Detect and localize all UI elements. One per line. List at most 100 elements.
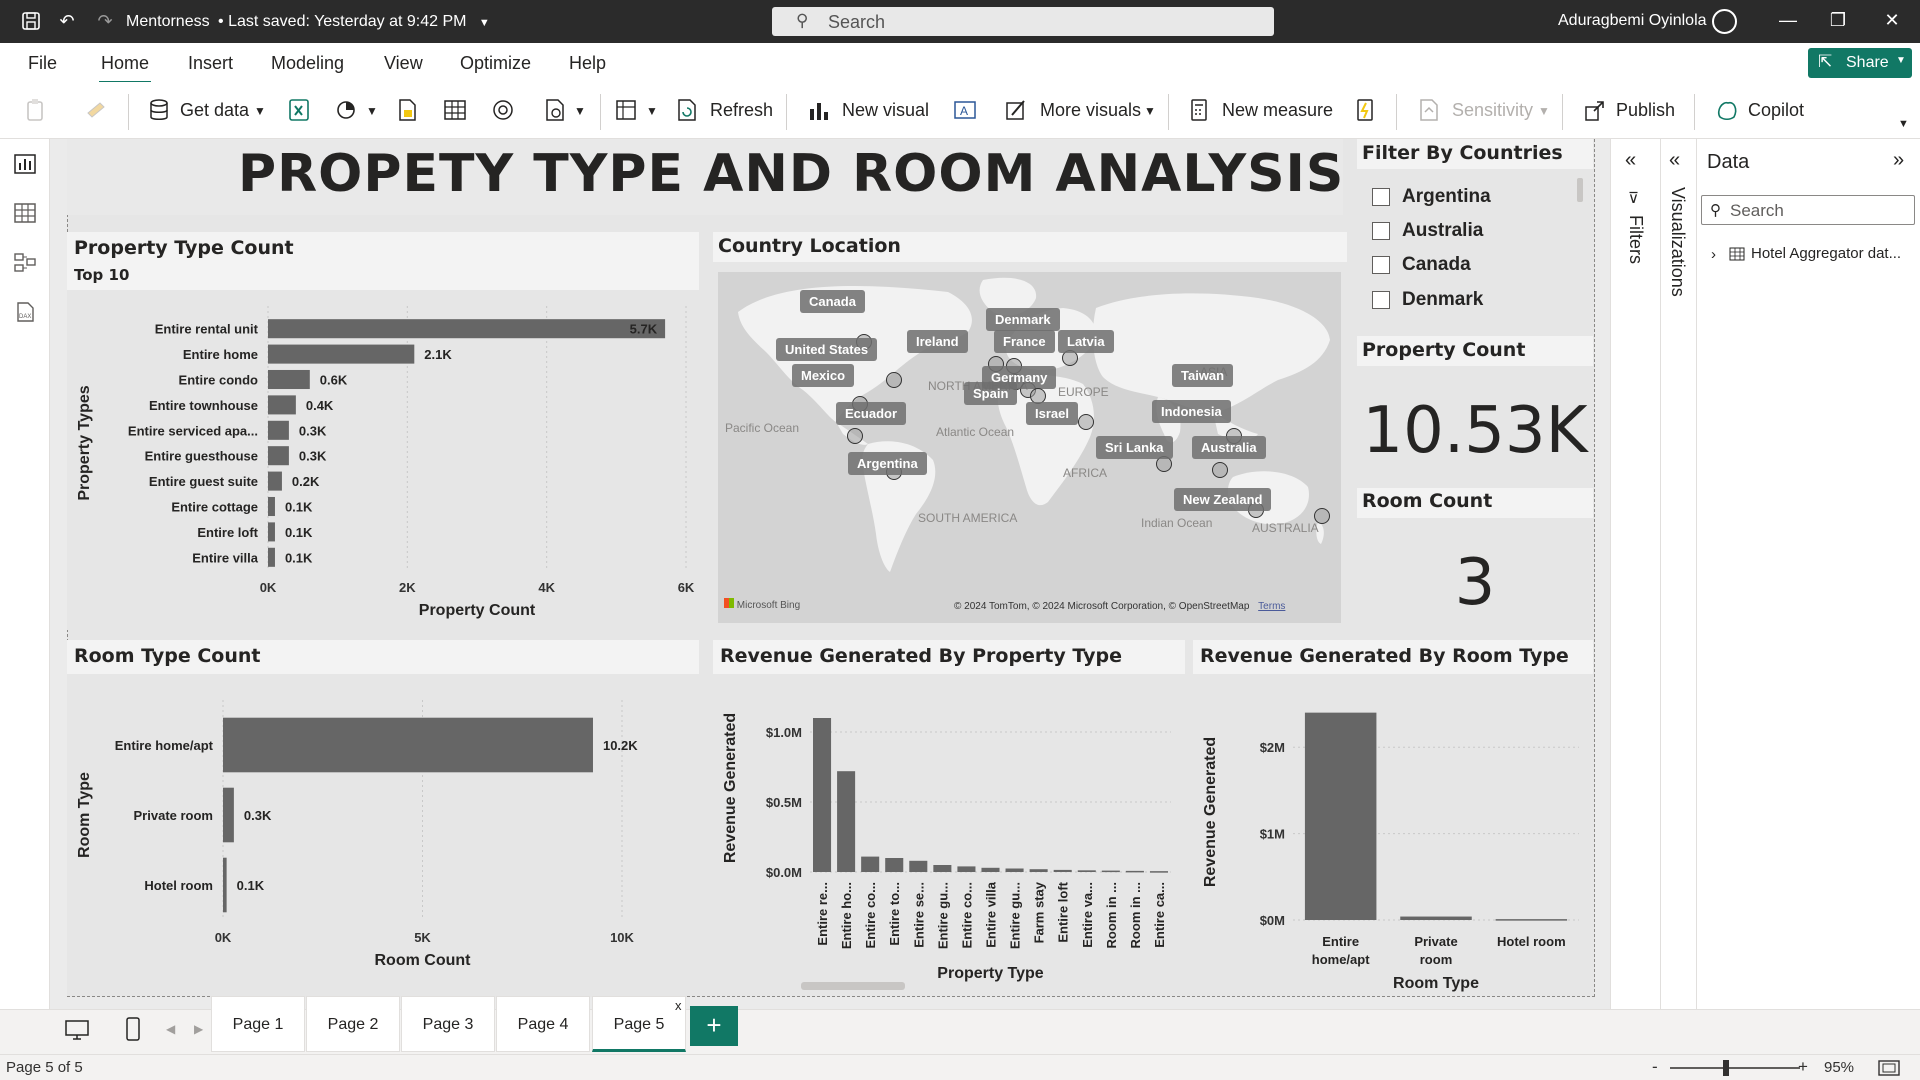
- tab-help[interactable]: Help: [569, 53, 606, 74]
- transform-data-button[interactable]: ▼: [542, 97, 586, 125]
- y-category-label: Entire cottage: [171, 500, 258, 515]
- copilot-button[interactable]: Copilot: [1714, 97, 1810, 125]
- map-country-label: Taiwan: [1172, 364, 1234, 387]
- x-tick-label: 6K: [678, 580, 695, 595]
- zoom-slider-handle[interactable]: [1723, 1060, 1729, 1076]
- slicer-scrollbar[interactable]: [1577, 178, 1583, 202]
- excel-button[interactable]: [286, 97, 312, 125]
- tab-optimize[interactable]: Optimize: [460, 53, 531, 74]
- visualizations-pane[interactable]: « Visualizations: [1660, 139, 1696, 1009]
- revenue-by-property-type-chart: $0.0M $0.5M $1.0M Entire re... Entire ho... E…: [722, 713, 1171, 982]
- map-location-marker[interactable]: [1314, 508, 1330, 524]
- dataverse-button[interactable]: [394, 97, 420, 125]
- expand-visualizations-icon[interactable]: «: [1669, 149, 1680, 172]
- bar: [1149, 871, 1168, 873]
- avatar-icon[interactable]: [1712, 9, 1737, 34]
- x-tick-label: 5K: [414, 930, 431, 945]
- recent-sources-button[interactable]: [490, 97, 516, 125]
- bar: [1101, 870, 1120, 873]
- sensitivity-button[interactable]: Sensitivity ▼: [1416, 97, 1552, 125]
- model-view-icon[interactable]: [13, 251, 37, 273]
- chart-scrollbar[interactable]: [801, 982, 905, 990]
- close-page-icon[interactable]: x: [675, 998, 682, 1013]
- collapse-data-pane-icon[interactable]: »: [1893, 149, 1904, 172]
- map-country-label: Ireland: [907, 330, 968, 353]
- more-visuals-button[interactable]: More visuals ▼: [1004, 97, 1158, 125]
- bar: [1029, 869, 1048, 872]
- bar: [268, 522, 275, 542]
- x-category-label: Entire co...: [863, 882, 878, 948]
- page-tab-5[interactable]: Page 5 x: [592, 996, 686, 1052]
- quick-measure-button[interactable]: [1352, 97, 1378, 125]
- refresh-button[interactable]: Refresh: [674, 97, 773, 125]
- bar: [1005, 868, 1024, 872]
- data-table-item[interactable]: › Hotel Aggregator dat...: [1711, 245, 1917, 267]
- map-country-label: France: [994, 330, 1055, 353]
- page-tab-2[interactable]: Page 2: [306, 996, 400, 1052]
- dax-query-view-icon[interactable]: DAX: [13, 301, 37, 323]
- map-country-label: Israel: [1026, 402, 1078, 425]
- table-view-icon[interactable]: [13, 202, 37, 224]
- more-visuals-icon: [1006, 100, 1025, 120]
- data-label: 0.4K: [306, 398, 334, 413]
- next-page-icon[interactable]: ▶: [194, 1022, 203, 1036]
- tab-home[interactable]: Home: [98, 53, 152, 84]
- y-tick-label: $2M: [1260, 740, 1285, 755]
- new-visual-button[interactable]: New visual: [806, 97, 930, 125]
- share-button[interactable]: ⇱ Share ▼: [1808, 48, 1912, 78]
- map-location-marker[interactable]: [1212, 462, 1228, 478]
- map-country-label: Ecuador: [836, 402, 907, 425]
- page-tab-1[interactable]: Page 1: [211, 996, 305, 1052]
- previous-page-icon[interactable]: ◀: [166, 1022, 175, 1036]
- new-visual-label: New visual: [842, 100, 930, 120]
- tab-view[interactable]: View: [384, 53, 423, 74]
- x-axis-title: Room Type: [1393, 975, 1479, 992]
- save-icon[interactable]: [20, 10, 42, 32]
- tab-insert[interactable]: Insert: [188, 53, 233, 74]
- filters-pane[interactable]: « ⊽ Filters: [1610, 139, 1660, 1009]
- map-location-marker[interactable]: [886, 372, 902, 388]
- user-name[interactable]: Aduragbemi Oyinlola: [1558, 12, 1707, 30]
- y-category-label: Entire loft: [197, 525, 258, 540]
- search-box[interactable]: ⚲ Search: [772, 7, 1274, 36]
- template-button[interactable]: ▼: [614, 97, 658, 125]
- minimize-icon[interactable]: —: [1775, 10, 1801, 31]
- redo-icon[interactable]: ↷: [94, 10, 116, 32]
- undo-icon[interactable]: ↶: [56, 10, 78, 32]
- x-category-label: Entire re...: [815, 882, 830, 946]
- mobile-layout-icon[interactable]: [124, 1016, 142, 1042]
- data-hub-button[interactable]: ▼: [334, 97, 378, 125]
- zoom-slider[interactable]: [1670, 1067, 1800, 1069]
- add-page-button[interactable]: +: [690, 1006, 738, 1046]
- map-terms-link[interactable]: Terms: [1258, 601, 1285, 612]
- document-title[interactable]: Mentorness • Last saved: Yesterday at 9:…: [126, 13, 490, 31]
- page-info: Page 5 of 5: [6, 1059, 83, 1076]
- close-icon[interactable]: ✕: [1879, 10, 1905, 31]
- new-measure-button[interactable]: New measure: [1186, 97, 1333, 125]
- fit-to-page-icon[interactable]: [1878, 1060, 1900, 1076]
- page-tab-3[interactable]: Page 3: [401, 996, 495, 1052]
- get-data-button[interactable]: Get data ▼: [146, 97, 270, 125]
- zoom-out-icon[interactable]: -: [1652, 1057, 1658, 1077]
- desktop-layout-icon[interactable]: [64, 1018, 90, 1042]
- report-view-icon[interactable]: [13, 153, 37, 175]
- map-location-marker[interactable]: [847, 428, 863, 444]
- map-location-marker[interactable]: [1078, 414, 1094, 430]
- paste-button[interactable]: [24, 97, 64, 125]
- tab-modeling[interactable]: Modeling: [271, 53, 344, 74]
- x-tick-label: 2K: [399, 580, 416, 595]
- data-search-input[interactable]: ⚲ Search: [1701, 195, 1915, 225]
- zoom-in-icon[interactable]: +: [1798, 1057, 1808, 1077]
- y-tick-label: $0M: [1260, 913, 1285, 928]
- page-tab-4[interactable]: Page 4: [496, 996, 590, 1052]
- format-painter-button[interactable]: [84, 97, 110, 125]
- publish-button[interactable]: Publish: [1582, 97, 1680, 125]
- restore-icon[interactable]: ❐: [1825, 10, 1851, 31]
- map-country-label: United States: [776, 338, 878, 361]
- tab-file[interactable]: File: [28, 53, 57, 74]
- expand-filters-icon[interactable]: «: [1625, 149, 1636, 172]
- y-category-label: Entire home/apt: [115, 738, 214, 753]
- enter-data-button[interactable]: [442, 97, 468, 125]
- data-label: 0.2K: [292, 474, 320, 489]
- text-box-button[interactable]: A: [952, 97, 978, 125]
